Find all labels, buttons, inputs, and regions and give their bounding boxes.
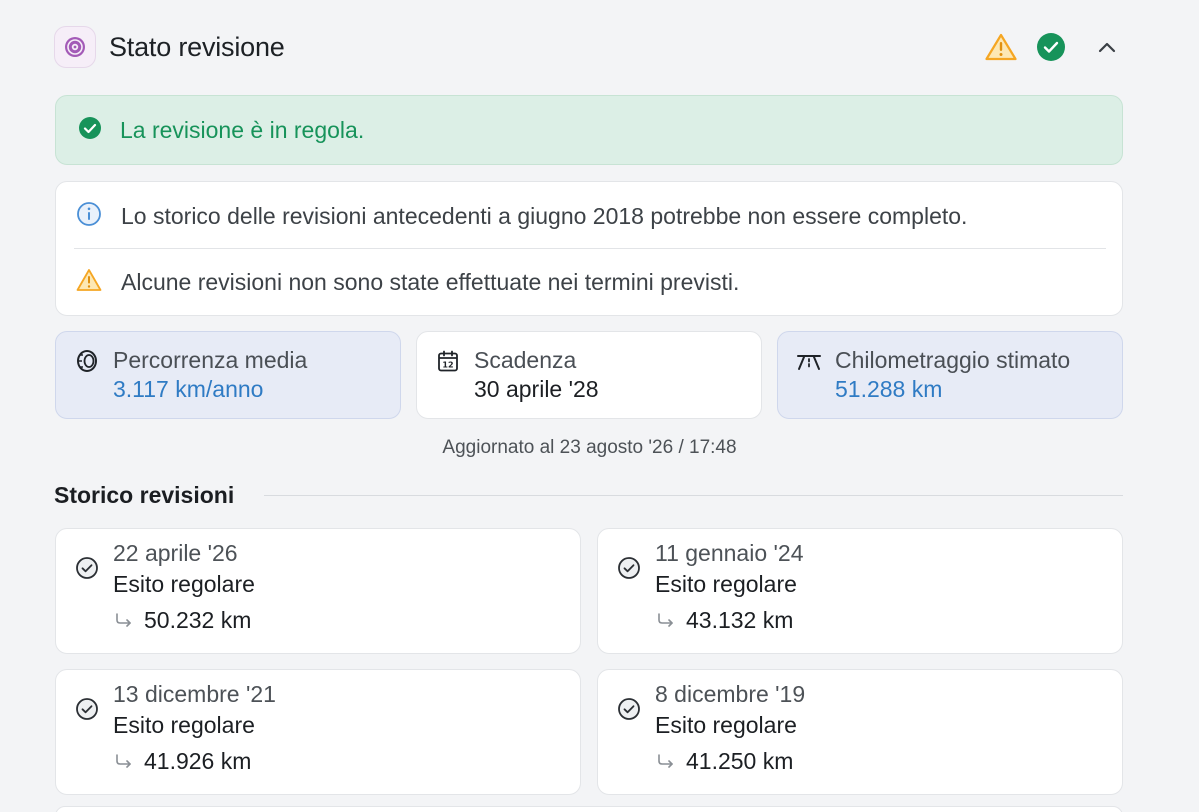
revision-card[interactable]: 22 aprile '26 Esito regolare 50.232 km	[55, 528, 581, 654]
notice-warning-text: Alcune revisioni non sono state effettua…	[121, 268, 740, 295]
stat-average-mileage: Percorrenza media 3.117 km/anno	[55, 331, 401, 419]
check-circle-outline-icon	[75, 697, 99, 721]
revision-result: Esito regolare	[655, 571, 797, 597]
check-circle-outline-icon	[617, 556, 641, 580]
revision-card[interactable]: 8 dicembre '19 Esito regolare 41.250 km	[597, 669, 1123, 795]
stat-expiry: 12 Scadenza 30 aprile '28	[416, 331, 762, 419]
revision-mileage: 50.232 km	[144, 607, 252, 633]
revision-date: 11 gennaio '24	[655, 540, 804, 566]
return-arrow-icon	[113, 750, 139, 774]
brake-disc-icon	[54, 26, 96, 68]
header-actions	[984, 30, 1124, 64]
stat-value: 30 aprile '28	[474, 375, 599, 402]
stat-estimated-mileage: Chilometraggio stimato 51.288 km	[777, 331, 1123, 419]
next-card-edge	[55, 806, 1123, 812]
warning-triangle-icon	[984, 32, 1018, 62]
stat-value: 3.117 km/anno	[113, 375, 264, 402]
stat-label: Chilometraggio stimato	[835, 346, 1071, 373]
divider	[264, 495, 1123, 496]
stat-label: Percorrenza media	[113, 346, 308, 373]
panel-header: Stato revisione	[54, 26, 1124, 68]
return-arrow-icon	[113, 609, 139, 633]
revision-card[interactable]: 11 gennaio '24 Esito regolare 43.132 km	[597, 528, 1123, 654]
last-updated: Aggiornato al 23 agosto '26 / 17:48	[442, 437, 737, 458]
revision-result: Esito regolare	[655, 712, 797, 738]
revision-date: 8 dicembre '19	[655, 681, 806, 707]
check-circle-outline-icon	[617, 697, 641, 721]
revision-result: Esito regolare	[113, 712, 255, 738]
revision-card[interactable]: 13 dicembre '21 Esito regolare 41.926 km	[55, 669, 581, 795]
revision-date: 22 aprile '26	[113, 540, 238, 566]
return-arrow-icon	[655, 750, 681, 774]
revision-mileage: 41.926 km	[144, 748, 252, 774]
revision-status-panel: Stato revisione La revisione è in regola…	[0, 0, 1199, 812]
warning-triangle-icon	[76, 268, 102, 297]
notice-warning: Alcune revisioni non sono state effettua…	[76, 252, 1106, 312]
revision-mileage: 43.132 km	[686, 607, 794, 633]
page-title: Stato revisione	[109, 31, 285, 62]
calendar-icon: 12	[435, 348, 461, 374]
stat-value: 51.288 km	[835, 375, 943, 402]
check-circle-icon	[78, 116, 102, 145]
revision-mileage: 41.250 km	[686, 748, 794, 774]
status-banner: La revisione è in regola.	[55, 95, 1123, 165]
chevron-up-icon[interactable]	[1090, 30, 1124, 64]
road-icon	[796, 348, 822, 374]
return-arrow-icon	[655, 609, 681, 633]
notice-info: Lo storico delle revisioni antecedenti a…	[76, 186, 1106, 246]
check-circle-icon	[1036, 32, 1066, 62]
tire-icon	[74, 348, 100, 374]
stat-label: Scadenza	[474, 346, 577, 373]
revision-date: 13 dicembre '21	[113, 681, 276, 707]
svg-text:12: 12	[442, 361, 453, 370]
notice-info-text: Lo storico delle revisioni antecedenti a…	[121, 202, 968, 229]
notices-card: Lo storico delle revisioni antecedenti a…	[55, 181, 1123, 316]
check-circle-outline-icon	[75, 556, 99, 580]
revision-result: Esito regolare	[113, 571, 255, 597]
divider	[74, 248, 1106, 249]
info-icon	[76, 201, 102, 232]
history-title: Storico revisioni	[54, 482, 235, 508]
status-banner-text: La revisione è in regola.	[120, 116, 365, 143]
